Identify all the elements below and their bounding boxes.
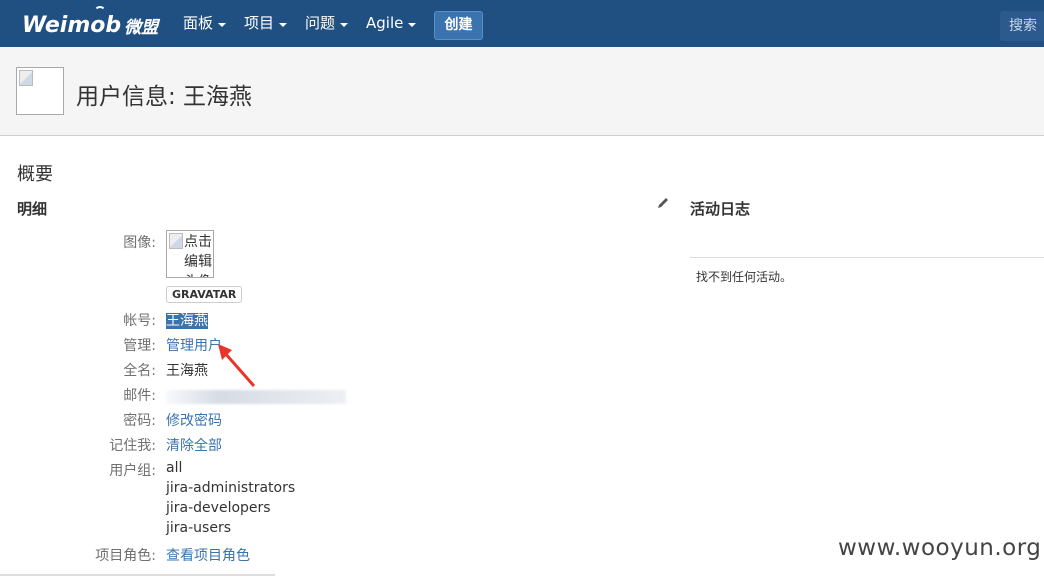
logo-text: Weimob — [22, 12, 122, 38]
activity-empty-message: 找不到任何活动。 — [696, 270, 793, 284]
admin-label: 管理: — [123, 338, 156, 354]
user-avatar — [16, 67, 64, 115]
avatar-label: 图像: — [123, 235, 156, 251]
group-item: jira-administrators — [166, 480, 296, 496]
chevron-down-icon — [408, 22, 417, 27]
create-button[interactable]: 创建 — [434, 11, 483, 40]
broken-image-icon — [169, 233, 183, 249]
top-navigation-bar: Weimob 微盟 面板 项目 问题 Agile 创建 搜索 — [0, 0, 1044, 47]
fullname-value: 王海燕 — [166, 363, 208, 379]
nav-agile[interactable]: Agile — [366, 0, 417, 47]
nav-agile-label: Agile — [366, 14, 404, 32]
password-label: 密码: — [123, 413, 156, 429]
group-item: jira-developers — [166, 500, 271, 516]
groups-label: 用户组: — [109, 463, 156, 479]
nav-dashboards[interactable]: 面板 — [183, 0, 227, 47]
logo-signal-icon — [94, 6, 106, 18]
group-item: all — [166, 460, 183, 476]
page-title: 用户信息: 王海燕 — [76, 84, 253, 110]
account-label: 帐号: — [123, 313, 156, 329]
avatar-alt-text: 点击编辑头像 — [184, 234, 212, 277]
nav-issues[interactable]: 问题 — [305, 0, 349, 47]
divider — [0, 574, 275, 576]
avatar-edit-image[interactable]: 点击编辑头像 — [166, 230, 214, 278]
email-value-redacted — [166, 390, 346, 404]
nav-projects-label: 项目 — [244, 14, 275, 32]
chevron-down-icon — [279, 22, 288, 27]
weimob-logo[interactable]: Weimob 微盟 — [22, 6, 159, 40]
remember-me-label: 记住我: — [109, 438, 156, 454]
activity-heading: 活动日志 — [690, 200, 751, 218]
nav-issues-label: 问题 — [305, 14, 336, 32]
email-label: 邮件: — [123, 388, 156, 404]
annotation-arrow-icon — [218, 344, 256, 387]
summary-heading: 概要 — [17, 164, 53, 185]
broken-image-icon — [19, 70, 33, 86]
page-header: 用户信息: 王海燕 — [0, 47, 1044, 136]
divider — [690, 257, 1044, 258]
details-heading: 明细 — [17, 200, 48, 218]
account-value: 王海燕 — [166, 310, 208, 330]
account-value-text: 王海燕 — [166, 313, 208, 329]
search-input[interactable]: 搜索 — [1000, 11, 1044, 41]
clear-all-link[interactable]: 清除全部 — [166, 435, 222, 455]
fullname-label: 全名: — [123, 363, 156, 379]
chevron-down-icon — [340, 22, 349, 27]
nav-dashboards-label: 面板 — [183, 14, 214, 32]
project-roles-label: 项目角色: — [95, 548, 156, 564]
nav-projects[interactable]: 项目 — [244, 0, 288, 47]
watermark-text: www.wooyun.org — [838, 535, 1042, 561]
change-password-link[interactable]: 修改密码 — [166, 410, 222, 430]
gravatar-badge: GRAVATAR — [166, 286, 243, 303]
view-project-roles-link[interactable]: 查看项目角色 — [166, 545, 250, 565]
logo-cn-text: 微盟 — [124, 17, 159, 38]
pencil-edit-icon[interactable] — [656, 196, 670, 210]
chevron-down-icon — [218, 22, 227, 27]
group-item: jira-users — [166, 520, 231, 536]
